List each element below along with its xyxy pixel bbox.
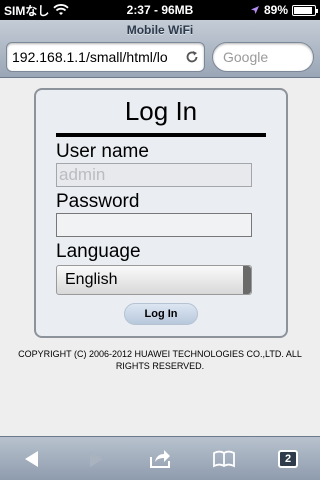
language-select[interactable]: English bbox=[56, 265, 252, 295]
language-label: Language bbox=[56, 241, 141, 262]
browser-toolbar: 2 bbox=[0, 436, 320, 480]
battery-level bbox=[294, 6, 312, 14]
share-button[interactable] bbox=[140, 439, 180, 479]
login-panel: Log In User name Password Language Engli… bbox=[34, 88, 288, 338]
page-title: Mobile WiFi bbox=[126, 23, 194, 37]
location-arrow-icon bbox=[250, 6, 259, 14]
login-button[interactable]: Log In bbox=[124, 303, 198, 325]
share-icon bbox=[150, 449, 170, 468]
back-button[interactable] bbox=[12, 439, 52, 479]
forward-icon bbox=[90, 450, 103, 467]
back-icon bbox=[25, 450, 38, 467]
username-input[interactable] bbox=[56, 163, 252, 187]
search-input[interactable]: Google bbox=[212, 42, 314, 72]
tabs-button[interactable]: 2 bbox=[268, 439, 308, 479]
status-time: 2:37 - 96MB bbox=[126, 3, 194, 17]
status-right: 89% bbox=[216, 3, 318, 17]
login-title: Log In bbox=[124, 96, 198, 126]
bookmarks-button[interactable] bbox=[204, 439, 244, 479]
status-left: SIMなし bbox=[4, 2, 104, 19]
username-label: User name bbox=[56, 141, 149, 162]
language-selected-value: English bbox=[65, 271, 118, 288]
bookmarks-icon bbox=[213, 450, 235, 467]
address-bar[interactable]: 192.168.1.1/small/html/lo bbox=[6, 42, 205, 72]
copyright-text: COPYRIGHT (C) 2006-2012 HUAWEI TECHNOLOG… bbox=[18, 349, 302, 371]
battery-icon bbox=[292, 4, 318, 16]
password-input[interactable] bbox=[56, 213, 252, 237]
carrier-label: SIMなし bbox=[4, 3, 50, 18]
title-divider bbox=[56, 133, 266, 137]
reload-icon[interactable] bbox=[185, 50, 199, 64]
tabs-icon: 2 bbox=[278, 449, 298, 468]
status-bar: SIMなし 2:37 - 96MB 89% bbox=[0, 0, 320, 20]
forward-button[interactable] bbox=[76, 439, 116, 479]
battery-percent: 89% bbox=[263, 3, 288, 17]
page-content: Log In User name Password Language Engli… bbox=[0, 78, 320, 436]
dropdown-handle-icon bbox=[243, 266, 251, 294]
browser-nav-bar: Mobile WiFi 192.168.1.1/small/html/lo Go… bbox=[0, 20, 320, 78]
wifi-icon bbox=[53, 4, 69, 15]
url-text: 192.168.1.1/small/html/lo bbox=[12, 49, 168, 65]
password-label: Password bbox=[56, 191, 140, 212]
search-placeholder: Google bbox=[223, 49, 269, 65]
